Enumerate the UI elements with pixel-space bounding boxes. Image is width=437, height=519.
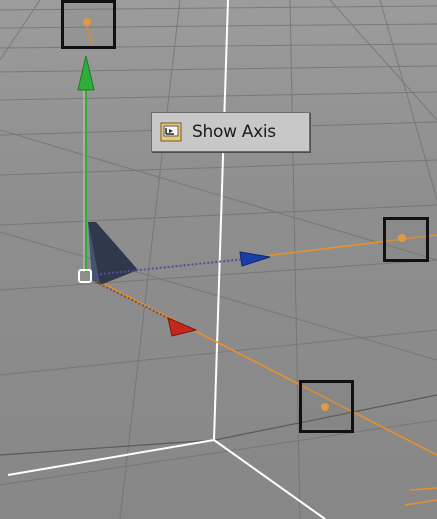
handle-bottom[interactable] (299, 380, 354, 433)
floor-plane-edges (0, 394, 437, 456)
orange-handle-dots (83, 18, 406, 411)
camera-cone-icon (88, 222, 138, 285)
show-axis-tooltip[interactable]: Show Axis (151, 112, 310, 152)
handle-top[interactable] (61, 0, 116, 49)
box-white-edges (7, 0, 326, 519)
3d-viewport[interactable]: Show Axis (0, 0, 437, 519)
tooltip-label: Show Axis (192, 122, 276, 142)
scene-canvas[interactable] (0, 0, 437, 519)
handle-right[interactable] (383, 217, 429, 262)
floor-grid (0, 0, 437, 519)
show-axis-icon (158, 119, 184, 145)
